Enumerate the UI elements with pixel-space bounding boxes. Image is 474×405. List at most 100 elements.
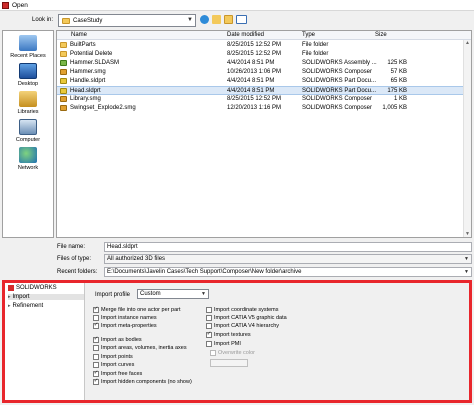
file-date: 12/20/2013 1:16 PM bbox=[227, 105, 282, 111]
file-name: Handle.sldprt bbox=[70, 78, 106, 84]
column-type-header[interactable]: Type bbox=[302, 32, 315, 38]
options-tree: SOLIDWORKS ▸ Import ▸ Refinement bbox=[5, 283, 85, 400]
import-instance-names-checkbox[interactable]: Import instance names bbox=[93, 315, 157, 321]
composer-file-icon bbox=[60, 96, 67, 102]
checkbox-box[interactable]: ✓ bbox=[206, 332, 212, 338]
import-free-faces-checkbox[interactable]: ✓ Import free faces bbox=[93, 371, 142, 377]
checkbox-label: Import CATIA V5 graphic data bbox=[214, 315, 287, 321]
file-row[interactable]: Potential Delete 8/25/2015 12:52 PM File… bbox=[57, 50, 471, 59]
file-row[interactable]: BuiltParts 8/25/2015 12:52 PM File folde… bbox=[57, 41, 471, 50]
import-meta-properties-checkbox[interactable]: ✓ Import meta-properties bbox=[93, 323, 157, 329]
file-row[interactable]: Hammer.SLDASM 4/4/2014 8:51 PM SOLIDWORK… bbox=[57, 59, 471, 68]
checkbox-box[interactable]: ✓ bbox=[93, 379, 99, 385]
file-name-field[interactable]: Head.sldprt bbox=[104, 242, 472, 252]
recent-folders-value: E:\Documents\Javelin Cases\Tech Support\… bbox=[107, 269, 302, 275]
checkbox-label: Import meta-properties bbox=[101, 323, 157, 329]
file-name: Library.smg bbox=[70, 96, 101, 102]
files-of-type-select[interactable]: All authorized 3D files ▼ bbox=[104, 254, 472, 264]
checkbox-box[interactable] bbox=[206, 307, 212, 313]
file-row[interactable]: Swingset_Explode2.smg 12/20/2013 1:16 PM… bbox=[57, 104, 471, 113]
overwrite-color-checkbox[interactable]: Overwrite color bbox=[210, 350, 255, 356]
checkbox-box[interactable] bbox=[206, 315, 212, 321]
tree-item-solidworks[interactable]: SOLIDWORKS bbox=[8, 285, 57, 291]
place-label: Desktop bbox=[17, 81, 39, 87]
look-in-row: Look in: CaseStudy ▼ bbox=[0, 11, 474, 30]
column-size-header[interactable]: Size bbox=[375, 32, 387, 38]
up-folder-button[interactable] bbox=[212, 15, 221, 24]
place-recent-places[interactable]: Recent Places bbox=[3, 35, 53, 59]
place-libraries[interactable]: Libraries bbox=[3, 91, 53, 115]
new-folder-button[interactable] bbox=[224, 15, 233, 24]
checkbox-box[interactable] bbox=[93, 315, 99, 321]
tree-item-import[interactable]: ▸ Import bbox=[8, 294, 84, 300]
file-row[interactable]: Hammer.smg 10/26/2013 1:06 PM SOLIDWORKS… bbox=[57, 68, 471, 77]
import-catia-v4-checkbox[interactable]: Import CATIA V4 hierarchy bbox=[206, 323, 279, 329]
file-type: SOLIDWORKS Composer bbox=[302, 69, 373, 75]
file-row[interactable]: Handle.sldprt 4/4/2014 8:51 PM SOLIDWORK… bbox=[57, 77, 471, 86]
file-row-selected[interactable]: Head.sldprt 4/4/2014 8:51 PM SOLIDWORKS … bbox=[57, 86, 471, 95]
file-name: Head.sldprt bbox=[70, 88, 101, 94]
place-network[interactable]: Network bbox=[3, 147, 53, 171]
import-coordinate-systems-checkbox[interactable]: Import coordinate systems bbox=[206, 307, 279, 313]
look-in-value: CaseStudy bbox=[73, 17, 103, 24]
recent-folders-select[interactable]: E:\Documents\Javelin Cases\Tech Support\… bbox=[104, 267, 472, 277]
tree-item-refinement[interactable]: ▸ Refinement bbox=[8, 303, 43, 309]
assembly-file-icon bbox=[60, 60, 67, 66]
tree-item-label: Import bbox=[12, 294, 30, 300]
import-catia-v5-checkbox[interactable]: Import CATIA V5 graphic data bbox=[206, 315, 287, 321]
network-icon bbox=[19, 147, 37, 163]
tree-item-label: SOLIDWORKS bbox=[16, 285, 57, 291]
checkbox-label: Import areas, volumes, inertia axes bbox=[101, 345, 187, 351]
file-date: 4/4/2014 8:51 PM bbox=[227, 78, 275, 84]
import-areas-checkbox[interactable]: Import areas, volumes, inertia axes bbox=[93, 345, 187, 351]
file-name: Potential Delete bbox=[70, 51, 113, 57]
look-in-combo[interactable]: CaseStudy ▼ bbox=[58, 14, 196, 27]
import-profile-select[interactable]: Custom ▼ bbox=[137, 289, 209, 299]
scroll-up-icon[interactable]: ▲ bbox=[465, 40, 470, 46]
import-points-checkbox[interactable]: Import points bbox=[93, 354, 133, 360]
checkbox-box[interactable]: ✓ bbox=[93, 307, 99, 313]
file-name: BuiltParts bbox=[70, 42, 96, 48]
import-hidden-components-checkbox[interactable]: ✓ Import hidden components (no show) bbox=[93, 379, 192, 385]
import-as-bodies-checkbox[interactable]: ✓ Import as bodies bbox=[93, 337, 142, 343]
folder-icon bbox=[60, 42, 67, 48]
vertical-scrollbar[interactable]: ▲ ▼ bbox=[463, 40, 471, 237]
merge-file-checkbox[interactable]: ✓ Merge file into one actor per part bbox=[93, 307, 181, 313]
file-type: SOLIDWORKS Assembly ... bbox=[302, 60, 377, 66]
checkbox-box[interactable] bbox=[93, 362, 99, 368]
checkbox-box[interactable] bbox=[206, 341, 212, 347]
checkbox-box[interactable]: ✓ bbox=[93, 371, 99, 377]
checkbox-box[interactable]: ✓ bbox=[93, 337, 99, 343]
view-menu-button[interactable] bbox=[236, 15, 247, 24]
column-name-header[interactable]: Name bbox=[71, 32, 87, 38]
import-pmi-checkbox[interactable]: Import PMI bbox=[206, 341, 241, 347]
file-name-value: Head.sldprt bbox=[107, 244, 138, 250]
place-label: Network bbox=[17, 165, 39, 171]
column-date-header[interactable]: Date modified bbox=[227, 32, 264, 38]
scroll-down-icon[interactable]: ▼ bbox=[465, 231, 470, 237]
checkbox-label: Import points bbox=[101, 354, 133, 360]
place-desktop[interactable]: Desktop bbox=[3, 63, 53, 87]
overwrite-color-select[interactable] bbox=[210, 359, 248, 367]
file-date: 10/26/2013 1:06 PM bbox=[227, 69, 282, 75]
checkbox-box[interactable] bbox=[206, 323, 212, 329]
desktop-icon bbox=[19, 63, 37, 79]
file-type: File folder bbox=[302, 51, 329, 57]
checkbox-label: Import instance names bbox=[101, 315, 157, 321]
checkbox-box[interactable]: ✓ bbox=[93, 323, 99, 329]
app-icon bbox=[2, 1, 9, 9]
file-list[interactable]: Name Date modified Type Size BuiltParts … bbox=[56, 30, 472, 238]
import-curves-checkbox[interactable]: Import curves bbox=[93, 362, 134, 368]
checkbox-box[interactable] bbox=[93, 345, 99, 351]
part-file-icon bbox=[60, 78, 67, 84]
checkbox-box[interactable] bbox=[210, 350, 216, 356]
file-type: SOLIDWORKS Part Docu... bbox=[302, 88, 377, 94]
file-row[interactable]: Library.smg 8/25/2015 12:52 PM SOLIDWORK… bbox=[57, 95, 471, 104]
back-button[interactable] bbox=[200, 15, 209, 24]
folder-icon bbox=[62, 17, 70, 24]
import-textures-checkbox[interactable]: ✓ Import textures bbox=[206, 332, 251, 338]
place-computer[interactable]: Computer bbox=[3, 119, 53, 143]
chevron-down-icon: ▼ bbox=[201, 291, 206, 297]
import-settings: Import profile Custom ▼ ✓ Merge file int… bbox=[87, 283, 469, 400]
checkbox-box[interactable] bbox=[93, 354, 99, 360]
